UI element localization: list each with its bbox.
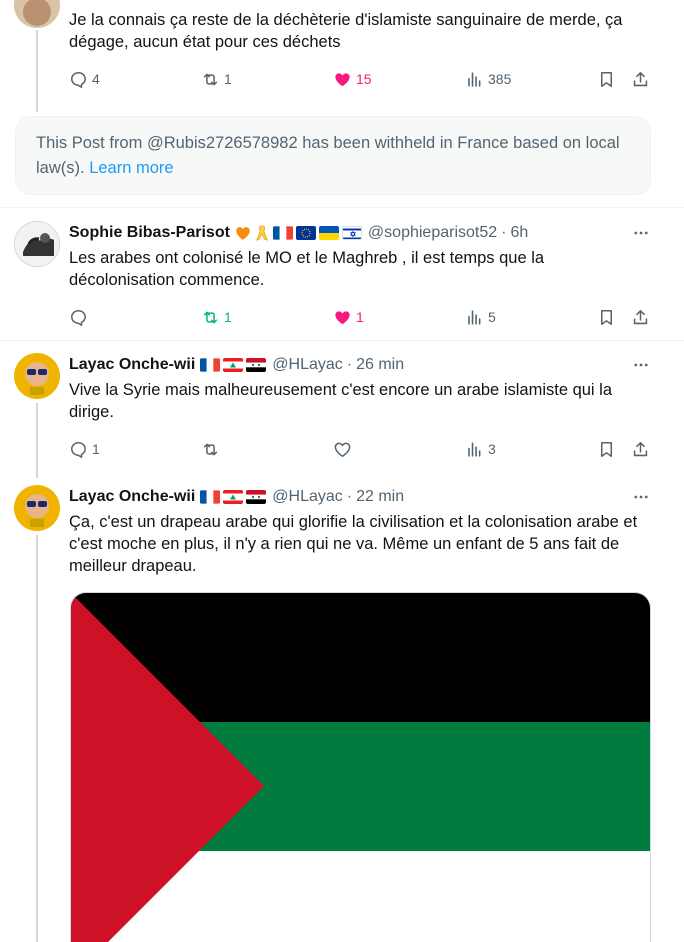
- avatar[interactable]: [14, 221, 60, 267]
- flag-france-icon: [200, 490, 221, 504]
- like-button[interactable]: 15: [333, 67, 372, 91]
- display-name[interactable]: Sophie Bibas-Parisot: [69, 224, 230, 242]
- views-icon: [468, 441, 481, 457]
- thread-line: [36, 30, 38, 112]
- tweet-text-line2: dégage, aucun état pour ces déchets: [69, 33, 341, 51]
- reply-count: 1: [92, 441, 100, 457]
- views-button[interactable]: 5: [465, 305, 496, 329]
- tweet-text: Ça, c'est un drapeau arabe qui glorifie …: [69, 513, 638, 575]
- bookmark-button[interactable]: [597, 437, 616, 461]
- tweet-actions: 4 1 15 385: [69, 67, 654, 91]
- more-icon: [634, 231, 648, 235]
- flag-lebanon-icon: [223, 490, 244, 504]
- flag-syria-icon: [246, 490, 267, 504]
- more-icon: [634, 363, 648, 367]
- tweet-text: Les arabes ont colonisé le MO et le Magh…: [69, 249, 545, 289]
- thread-line: [36, 403, 38, 478]
- learn-more-link[interactable]: Learn more: [89, 159, 173, 177]
- divider: [0, 207, 684, 208]
- tweet-header: Layac Onche-wii @HLayac · 22 min: [69, 486, 654, 508]
- like-count: 1: [356, 309, 364, 325]
- repost-count: 1: [224, 309, 232, 325]
- more-icon: [634, 495, 648, 499]
- user-handle[interactable]: @HLayac: [272, 356, 343, 374]
- views-icon: [468, 71, 481, 87]
- like-button[interactable]: 1: [333, 305, 364, 329]
- flag-france-icon: [272, 226, 293, 240]
- divider: [0, 340, 684, 341]
- separator-dot: ·: [501, 224, 507, 241]
- bookmark-icon: [600, 441, 613, 457]
- flag-syria-icon: [246, 358, 267, 372]
- flag-france-icon: [200, 358, 221, 372]
- like-button[interactable]: [333, 437, 356, 461]
- share-icon: [633, 71, 648, 86]
- views-count: 385: [488, 71, 512, 87]
- views-count: 5: [488, 309, 496, 325]
- reply-count: 4: [92, 71, 100, 87]
- tweet-header: Layac Onche-wii @HLayac · 26 min: [69, 354, 654, 376]
- more-button[interactable]: [632, 356, 650, 374]
- flag-lebanon-icon: [223, 358, 244, 372]
- like-count: 15: [356, 71, 372, 87]
- bookmark-icon: [600, 71, 613, 87]
- reply-icon: [71, 71, 86, 88]
- ribbon-emoji-icon: [254, 224, 270, 242]
- like-icon: [334, 442, 351, 457]
- flag-israel-icon: [341, 226, 362, 240]
- flag-ukraine-icon: [318, 226, 339, 240]
- display-name[interactable]: Layac Onche-wii: [69, 356, 195, 374]
- like-icon: [335, 72, 350, 86]
- tweet-header: Sophie Bibas-Parisot @sophieparisot52 · …: [69, 222, 654, 244]
- repost-button[interactable]: 1: [201, 305, 232, 329]
- bookmark-icon: [600, 309, 613, 325]
- timestamp[interactable]: 22 min: [356, 488, 404, 506]
- reply-icon: [71, 441, 86, 458]
- repost-count: 1: [224, 71, 232, 87]
- reply-icon: [71, 309, 86, 326]
- separator-dot: ·: [346, 488, 353, 505]
- separator-dot: ·: [346, 356, 353, 373]
- reply-button[interactable]: 4: [69, 67, 100, 91]
- tweet-image[interactable]: [70, 592, 651, 942]
- display-name[interactable]: Layac Onche-wii: [69, 488, 195, 506]
- bookmark-button[interactable]: [597, 305, 616, 329]
- timestamp[interactable]: 6h: [510, 224, 528, 242]
- share-button[interactable]: [631, 437, 650, 461]
- share-button[interactable]: [631, 67, 650, 91]
- more-button[interactable]: [632, 224, 650, 242]
- reply-button[interactable]: [69, 305, 92, 329]
- tweet-actions: 1 3: [69, 437, 654, 461]
- bookmark-button[interactable]: [597, 67, 616, 91]
- repost-icon: [203, 443, 218, 455]
- withheld-notice: This Post from @Rubis2726578982 has been…: [15, 116, 651, 195]
- tweet-text: Je la connais ça reste de la déchèterie …: [69, 9, 654, 53]
- avatar[interactable]: [14, 0, 60, 28]
- reply-button[interactable]: 1: [69, 437, 100, 461]
- repost-icon: [203, 73, 218, 85]
- share-icon: [633, 441, 648, 456]
- more-button[interactable]: [632, 488, 650, 506]
- views-button[interactable]: 385: [465, 67, 511, 91]
- repost-button[interactable]: [201, 437, 224, 461]
- timestamp[interactable]: 26 min: [356, 356, 404, 374]
- thread-line: [36, 535, 38, 942]
- tweet-text: Vive la Syrie mais malheureusement c'est…: [69, 381, 613, 421]
- user-handle[interactable]: @sophieparisot52: [368, 224, 497, 242]
- views-icon: [468, 309, 481, 325]
- share-button[interactable]: [631, 305, 650, 329]
- share-icon: [633, 309, 648, 324]
- tweet-actions: 1 1 5: [69, 305, 654, 329]
- user-handle[interactable]: @HLayac: [272, 488, 343, 506]
- views-count: 3: [488, 441, 496, 457]
- avatar[interactable]: [14, 353, 60, 399]
- flag-eu-icon: [295, 226, 316, 240]
- repost-button[interactable]: 1: [201, 67, 232, 91]
- tweet-text-line1: Je la connais ça reste de la déchèterie …: [69, 11, 623, 29]
- like-icon: [335, 310, 350, 324]
- repost-icon: [203, 311, 218, 323]
- avatar[interactable]: [14, 485, 60, 531]
- views-button[interactable]: 3: [465, 437, 496, 461]
- heart-emoji-icon: [234, 224, 252, 242]
